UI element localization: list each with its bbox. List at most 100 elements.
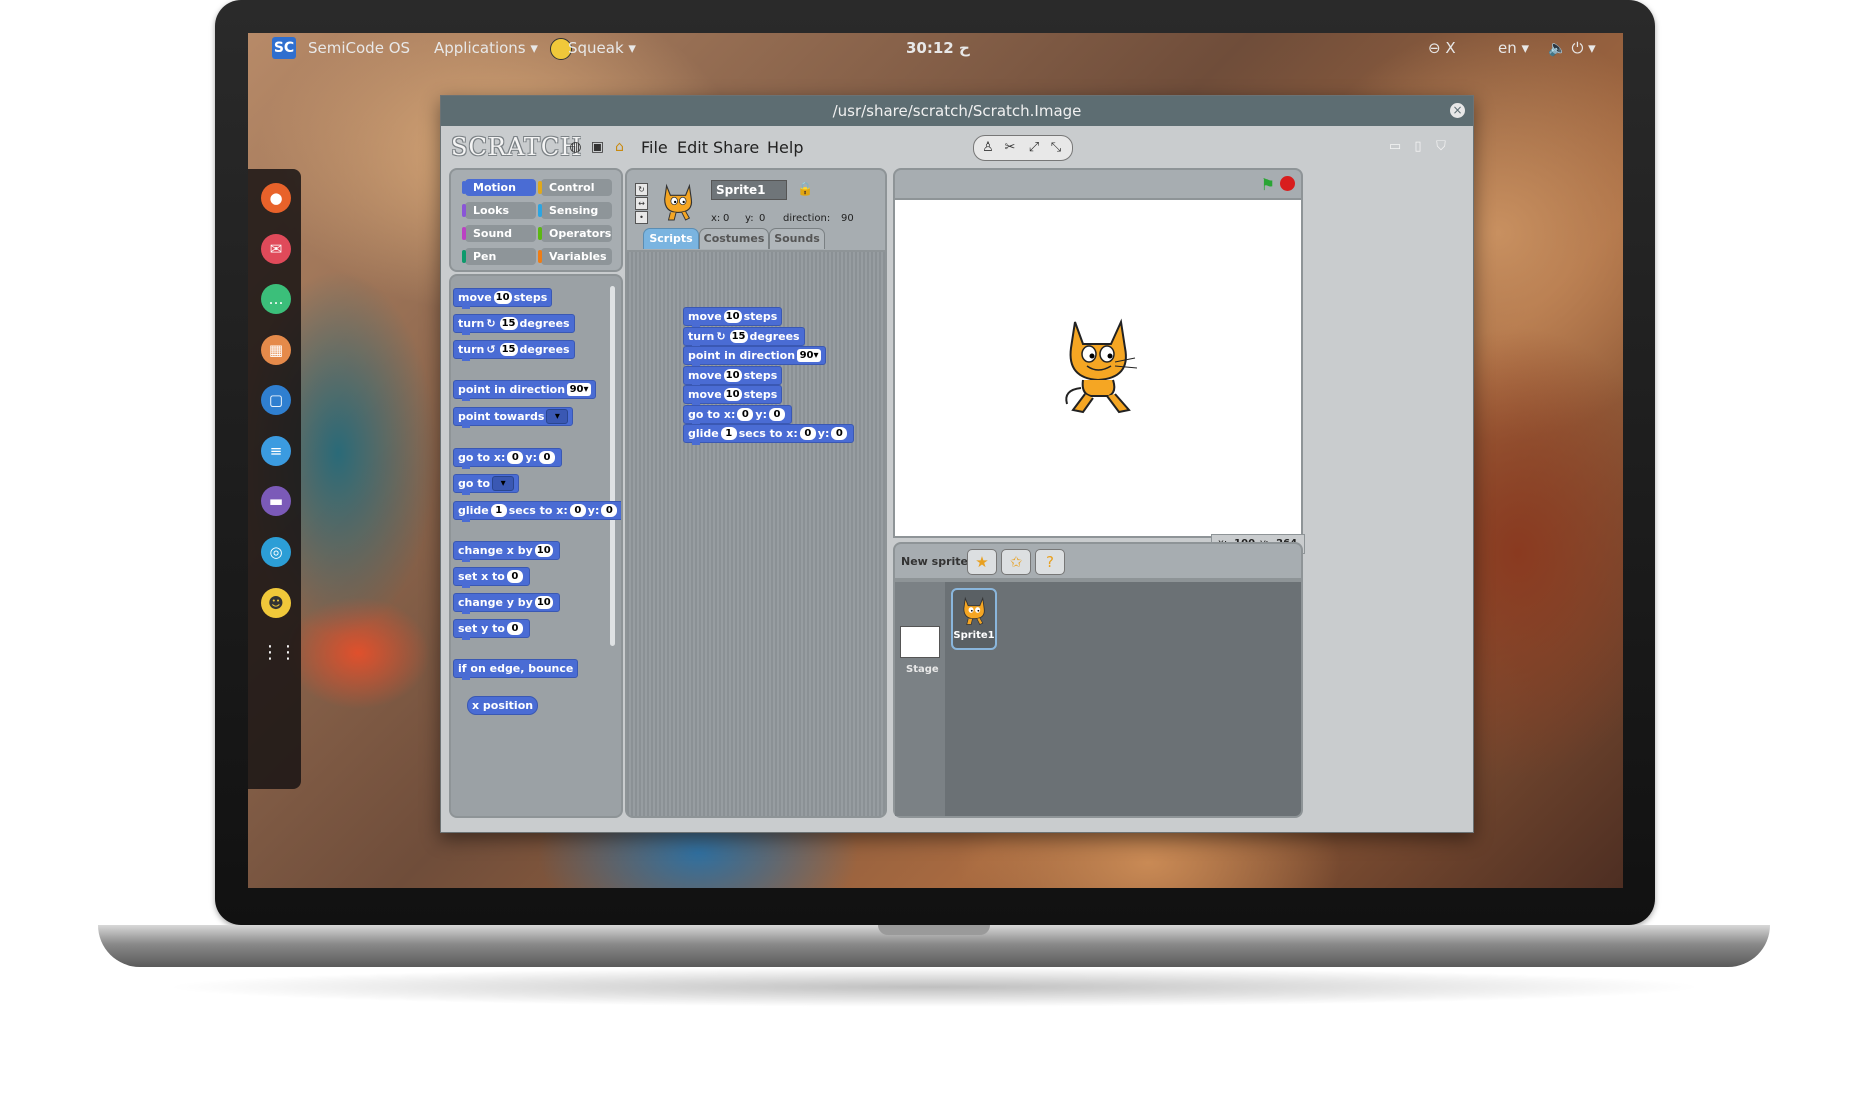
language-indicator[interactable]: en ▾ bbox=[1498, 39, 1529, 57]
choose-sprite-icon[interactable]: ✩ bbox=[1001, 549, 1031, 575]
stop-icon[interactable] bbox=[1280, 176, 1295, 191]
block-input[interactable]: 10 bbox=[723, 310, 742, 323]
palette-block-go-to[interactable]: go to ▾ bbox=[453, 474, 520, 495]
cat-sprite[interactable] bbox=[1053, 318, 1143, 418]
block-dropdown[interactable]: 90▾ bbox=[797, 349, 822, 362]
script-block-go-to-xy[interactable]: go to x: 0 y: 0 bbox=[683, 405, 792, 426]
firefox-icon[interactable]: ● bbox=[261, 183, 291, 213]
block-input[interactable]: 10 bbox=[534, 544, 553, 557]
block-input[interactable]: 10 bbox=[534, 596, 553, 609]
mail-icon[interactable]: ✉ bbox=[261, 234, 291, 264]
block-dropdown[interactable]: ▾ bbox=[546, 409, 569, 424]
duplicate-icon[interactable]: ♙ bbox=[979, 139, 997, 157]
script-block-move[interactable]: move 10 steps bbox=[683, 366, 783, 387]
block-input[interactable]: 0 bbox=[506, 622, 523, 635]
stage[interactable] bbox=[893, 198, 1303, 538]
lock-icon[interactable]: 🔒 bbox=[797, 182, 813, 197]
block-input[interactable]: 15 bbox=[729, 330, 748, 343]
block-input[interactable]: 10 bbox=[723, 388, 742, 401]
help-icon[interactable]: ◎ bbox=[261, 537, 291, 567]
block-input[interactable]: 15 bbox=[499, 317, 518, 330]
category-sound[interactable]: Sound bbox=[462, 225, 536, 242]
palette-block-change-x[interactable]: change x by 10 bbox=[453, 541, 560, 562]
palette-block-glide[interactable]: glide 1 secs to x: 0 y: 0 bbox=[453, 501, 621, 522]
block-input[interactable]: 0 bbox=[507, 451, 524, 464]
script-block-move[interactable]: move 10 steps bbox=[683, 307, 783, 328]
clock[interactable]: 30:12 ح bbox=[906, 39, 970, 57]
presentation-icon[interactable]: ⛉ bbox=[1432, 140, 1450, 154]
window-title[interactable]: /usr/share/scratch/Scratch.Image bbox=[441, 96, 1473, 126]
system-menu[interactable]: 🔈 ⏻ ▾ bbox=[1548, 39, 1596, 57]
palette-reporter-x-position[interactable]: x position bbox=[467, 696, 539, 715]
calculator-icon[interactable]: ▦ bbox=[261, 335, 291, 365]
menu-edit[interactable]: Edit bbox=[677, 138, 708, 157]
no-rotate-icon[interactable]: • bbox=[635, 211, 648, 224]
files-icon[interactable]: ▬ bbox=[261, 486, 291, 516]
category-control[interactable]: Control bbox=[538, 179, 612, 196]
active-app-menu[interactable]: Squeak ▾ bbox=[568, 39, 636, 57]
block-input[interactable]: 10 bbox=[493, 291, 512, 304]
tab-scripts[interactable]: Scripts bbox=[643, 228, 699, 249]
script-block-glide[interactable]: glide 1 secs to x: 0 y: 0 bbox=[683, 424, 855, 445]
block-input[interactable]: 0 bbox=[569, 504, 586, 517]
category-motion[interactable]: Motion bbox=[462, 179, 536, 196]
block-input[interactable]: 0 bbox=[799, 427, 816, 440]
block-input[interactable]: 1 bbox=[490, 504, 507, 517]
apps-grid-icon[interactable]: ⋮⋮ bbox=[261, 638, 297, 668]
sprite-name-field[interactable]: Sprite1 bbox=[711, 180, 787, 200]
category-operators[interactable]: Operators bbox=[538, 225, 612, 242]
block-input[interactable]: 15 bbox=[499, 343, 518, 356]
script-block-turn[interactable]: turn ↻ 15 degrees bbox=[683, 327, 805, 348]
tab-costumes[interactable]: Costumes bbox=[699, 228, 769, 249]
palette-block-set-x[interactable]: set x to 0 bbox=[453, 567, 530, 588]
save-icon[interactable]: ▣ bbox=[589, 139, 606, 156]
random-sprite-icon[interactable]: ? bbox=[1035, 549, 1065, 575]
block-input[interactable]: 0 bbox=[538, 451, 555, 464]
squeak-icon[interactable]: ☻ bbox=[261, 588, 291, 618]
category-variables[interactable]: Variables bbox=[538, 248, 612, 265]
category-pen[interactable]: Pen bbox=[462, 248, 536, 265]
normal-stage-icon[interactable]: ▯ bbox=[1409, 140, 1427, 154]
tab-sounds[interactable]: Sounds bbox=[769, 228, 825, 249]
delete-icon[interactable]: ✂ bbox=[1001, 139, 1019, 157]
block-dropdown[interactable]: 90▾ bbox=[567, 383, 592, 396]
os-logo-icon[interactable]: SC bbox=[272, 37, 296, 59]
block-input[interactable]: 0 bbox=[831, 427, 848, 440]
menu-file[interactable]: File bbox=[641, 138, 668, 157]
sprite-tile[interactable]: Sprite1 bbox=[951, 588, 997, 650]
block-dropdown[interactable]: ▾ bbox=[492, 476, 515, 491]
shrink-icon[interactable]: ⤡ bbox=[1047, 139, 1065, 157]
tray-close[interactable]: ⊖ X bbox=[1428, 39, 1456, 57]
script-block-point-direction[interactable]: point in direction 90▾ bbox=[683, 346, 827, 367]
stage-thumbnail[interactable] bbox=[900, 626, 940, 658]
palette-block-turn-left[interactable]: turn ↺ 15 degrees bbox=[453, 340, 575, 361]
small-stage-icon[interactable]: ▭ bbox=[1386, 140, 1404, 154]
block-input[interactable]: 0 bbox=[737, 408, 754, 421]
notes-icon[interactable]: ▢ bbox=[261, 385, 291, 415]
applications-menu[interactable]: Applications ▾ bbox=[434, 39, 538, 57]
category-looks[interactable]: Looks bbox=[462, 202, 536, 219]
block-input[interactable]: 10 bbox=[723, 369, 742, 382]
green-flag-icon[interactable]: ⚑ bbox=[1261, 175, 1275, 194]
block-input[interactable]: 0 bbox=[506, 570, 523, 583]
menu-share[interactable]: Share bbox=[713, 138, 759, 157]
stage-column[interactable]: Stage bbox=[895, 582, 945, 816]
palette-block-go-to-xy[interactable]: go to x: 0 y: 0 bbox=[453, 448, 562, 469]
share-icon[interactable]: ⌂ bbox=[611, 139, 628, 156]
palette-scrollbar[interactable] bbox=[610, 286, 615, 646]
documents-icon[interactable]: ≡ bbox=[261, 436, 291, 466]
script-block-move[interactable]: move 10 steps bbox=[683, 385, 783, 406]
block-input[interactable]: 0 bbox=[768, 408, 785, 421]
block-input[interactable]: 0 bbox=[601, 504, 618, 517]
palette-block-point-direction[interactable]: point in direction 90▾ bbox=[453, 380, 597, 401]
palette-block-point-towards[interactable]: point towards ▾ bbox=[453, 407, 574, 428]
globe-icon[interactable]: ◍ bbox=[567, 139, 584, 156]
menu-help[interactable]: Help bbox=[767, 138, 803, 157]
close-icon[interactable]: × bbox=[1450, 103, 1465, 118]
palette-block-change-y[interactable]: change y by 10 bbox=[453, 593, 560, 614]
palette-block-set-y[interactable]: set y to 0 bbox=[453, 619, 530, 640]
flip-style-icon[interactable]: ↔ bbox=[635, 197, 648, 210]
chat-icon[interactable]: … bbox=[261, 284, 291, 314]
paint-sprite-icon[interactable]: ★ bbox=[967, 549, 997, 575]
block-input[interactable]: 1 bbox=[720, 427, 737, 440]
